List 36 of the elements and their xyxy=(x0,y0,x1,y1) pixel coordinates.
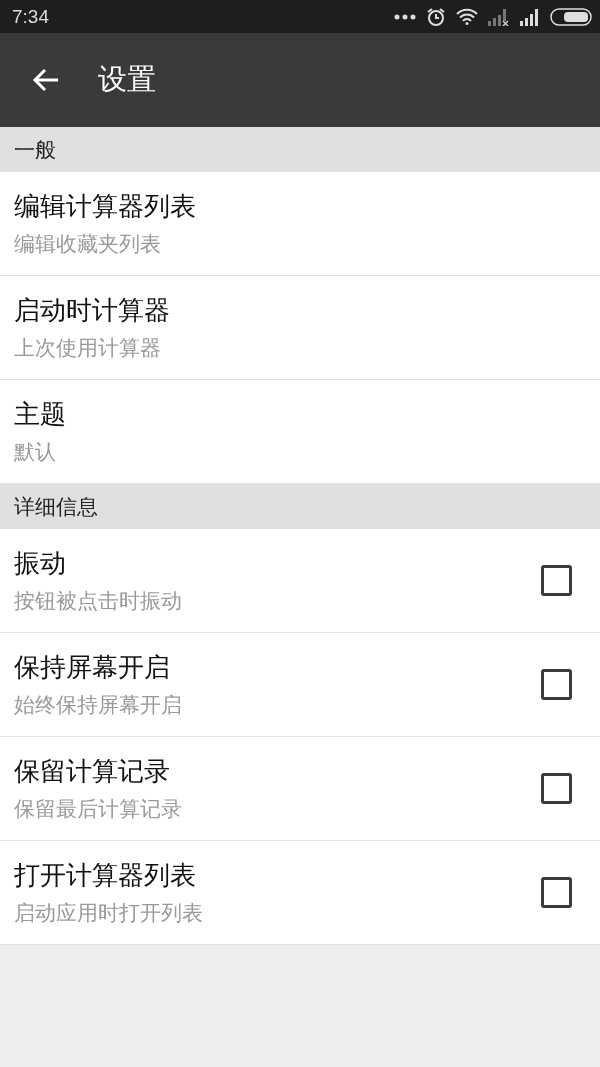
alarm-clock-icon xyxy=(426,6,446,27)
item-summary: 保留最后计算记录 xyxy=(14,796,183,823)
item-summary: 始终保持屏幕开启 xyxy=(14,692,183,719)
settings-item[interactable]: 保留计算记录 保留最后计算记录 xyxy=(0,737,600,841)
wifi-icon xyxy=(456,8,478,25)
settings-item[interactable]: 主题 默认 xyxy=(0,380,600,484)
settings-item[interactable]: 打开计算器列表 启动应用时打开列表 xyxy=(0,841,600,945)
status-time: 7:34 xyxy=(12,5,49,28)
item-title: 打开计算器列表 xyxy=(14,859,197,892)
settings-item[interactable]: 编辑计算器列表 编辑收藏夹列表 xyxy=(0,172,600,276)
settings-item[interactable]: 保持屏幕开启 始终保持屏幕开启 xyxy=(0,633,600,737)
item-title: 振动 xyxy=(14,547,67,580)
checkbox[interactable] xyxy=(541,669,572,700)
item-summary: 按钮被点击时振动 xyxy=(14,588,183,615)
item-title: 启动时计算器 xyxy=(14,294,171,327)
item-title: 编辑计算器列表 xyxy=(14,190,197,223)
settings-item[interactable]: 启动时计算器 上次使用计算器 xyxy=(0,276,600,380)
signal-icon xyxy=(520,7,540,26)
battery-icon xyxy=(550,7,592,26)
screen-title: 设置 xyxy=(98,61,156,98)
item-title: 主题 xyxy=(14,398,67,431)
more-dots-icon xyxy=(394,12,416,21)
item-summary: 上次使用计算器 xyxy=(14,335,162,362)
back-arrow-icon xyxy=(32,68,60,92)
item-title: 保留计算记录 xyxy=(14,755,171,788)
item-title: 保持屏幕开启 xyxy=(14,651,171,684)
settings-item[interactable]: 振动 按钮被点击时振动 xyxy=(0,529,600,633)
item-summary: 默认 xyxy=(14,439,57,466)
section-header: 详细信息 xyxy=(0,484,600,529)
checkbox[interactable] xyxy=(541,773,572,804)
checkbox[interactable] xyxy=(541,877,572,908)
item-summary: 启动应用时打开列表 xyxy=(14,900,204,927)
item-summary: 编辑收藏夹列表 xyxy=(14,231,162,258)
signal-icon xyxy=(488,7,510,26)
checkbox[interactable] xyxy=(541,565,572,596)
section-header: 一般 xyxy=(0,127,600,172)
